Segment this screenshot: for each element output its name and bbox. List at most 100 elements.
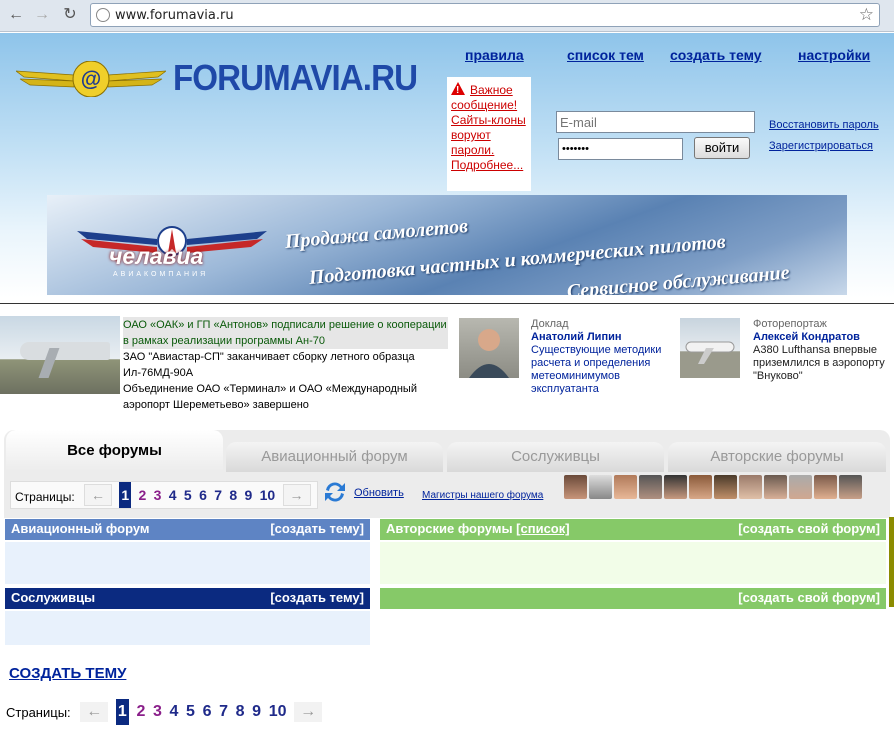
page-link[interactable]: 8 xyxy=(236,699,245,725)
scrollbar-accent xyxy=(889,517,894,607)
avatar[interactable] xyxy=(739,475,762,499)
news-list: ОАО «ОАК» и ГП «Антонов» подписали решен… xyxy=(123,317,448,413)
login-button[interactable]: войти xyxy=(694,137,750,159)
security-alert[interactable]: Важное сообщение! Сайты-клоны воруют пар… xyxy=(447,77,531,191)
page-link[interactable]: 7 xyxy=(214,482,222,508)
restore-password-link[interactable]: Восстановить пароль xyxy=(769,119,879,131)
avatar[interactable] xyxy=(589,475,612,499)
page-link[interactable]: 2 xyxy=(139,482,147,508)
password-field[interactable]: ••••••• xyxy=(558,138,683,160)
nav-settings-link[interactable]: настройки xyxy=(798,47,870,63)
address-bar[interactable]: www.forumavia.ru ☆ xyxy=(90,3,880,27)
aviation-forum-header: Авиационный форум [создать тему] xyxy=(5,519,370,540)
prev-page-button[interactable]: ← xyxy=(84,484,113,506)
create-own-forum-link-2[interactable]: [создать свой форум] xyxy=(738,590,880,605)
tab-aviation-forum[interactable]: Авиационный форум xyxy=(226,442,443,472)
page-link-current[interactable]: 1 xyxy=(115,699,129,725)
tab-author-forums[interactable]: Авторские форумы xyxy=(668,442,886,472)
author-forums-header: Авторские форумы [список] [создать свой … xyxy=(380,519,886,540)
colleagues-create-topic-link[interactable]: [создать тему] xyxy=(270,590,364,605)
news-item[interactable]: Объединение ОАО «Терминал» и ОАО «Междун… xyxy=(123,381,448,413)
avatar[interactable] xyxy=(614,475,637,499)
author-forums-header-2: [создать свой форум] xyxy=(380,588,886,609)
author-photo-lipin[interactable] xyxy=(459,318,519,378)
create-own-forum-link[interactable]: [создать свой форум] xyxy=(738,521,880,536)
refresh-link[interactable]: Обновить xyxy=(354,487,404,499)
svg-text:@: @ xyxy=(81,68,101,91)
colleagues-title[interactable]: Сослуживцы xyxy=(11,590,95,605)
colleagues-header: Сослуживцы [создать тему] xyxy=(5,588,370,609)
next-page-button[interactable]: → xyxy=(294,702,323,722)
email-field[interactable] xyxy=(556,111,755,133)
page-link[interactable]: 5 xyxy=(184,482,192,508)
avatar[interactable] xyxy=(664,475,687,499)
page-link[interactable]: 5 xyxy=(186,699,195,725)
aircraft-icon xyxy=(685,341,735,364)
prev-page-button[interactable]: ← xyxy=(80,702,109,722)
chelavia-brand-subtitle: АВИАКОМПАНИЯ xyxy=(113,271,209,278)
page-link[interactable]: 3 xyxy=(154,482,162,508)
nav-topics-link[interactable]: список тем xyxy=(567,47,644,63)
feature-photo-report[interactable]: Фоторепортаж Алексей Кондратов A380 Luft… xyxy=(753,318,888,383)
create-topic-link[interactable]: СОЗДАТЬ ТЕМУ xyxy=(9,665,126,682)
avatar[interactable] xyxy=(639,475,662,499)
page-link[interactable]: 8 xyxy=(229,482,237,508)
page-link[interactable]: 6 xyxy=(199,482,207,508)
feature-category: Доклад xyxy=(531,318,569,330)
page-link[interactable]: 10 xyxy=(269,699,287,725)
page-link[interactable]: 9 xyxy=(244,482,252,508)
refresh-icon[interactable] xyxy=(322,478,348,506)
star-icon[interactable]: ☆ xyxy=(859,5,874,25)
author-forums-list-link[interactable]: [список] xyxy=(516,521,569,536)
feature-author[interactable]: Анатолий Липин xyxy=(531,331,681,344)
aviation-create-topic-link[interactable]: [создать тему] xyxy=(270,521,364,536)
avatar[interactable] xyxy=(814,475,837,499)
page-link[interactable]: 3 xyxy=(153,699,162,725)
alert-body[interactable]: Сайты-клоны воруют пароли. xyxy=(451,113,526,157)
page-link[interactable]: 10 xyxy=(260,482,276,508)
tab-colleagues[interactable]: Сослуживцы xyxy=(447,442,664,472)
page-link[interactable]: 2 xyxy=(136,699,145,725)
page-link[interactable]: 4 xyxy=(170,699,179,725)
aviation-forum-title[interactable]: Авиационный форум xyxy=(11,521,150,536)
feature-title[interactable]: A380 Lufthansa впервые приземлился в аэр… xyxy=(753,344,888,383)
page-link[interactable]: 9 xyxy=(252,699,261,725)
page-link[interactable]: 6 xyxy=(203,699,212,725)
warning-icon xyxy=(451,82,465,98)
page-link[interactable]: 4 xyxy=(169,482,177,508)
avatar[interactable] xyxy=(714,475,737,499)
header-divider xyxy=(0,303,894,304)
browser-toolbar: ← → ↻ www.forumavia.ru ☆ xyxy=(0,0,894,32)
feature-author[interactable]: Алексей Кондратов xyxy=(753,331,888,344)
aircraft-shape xyxy=(20,342,110,360)
alert-more-link[interactable]: Подробнее... xyxy=(451,158,523,172)
page-link[interactable]: 7 xyxy=(219,699,228,725)
avatar[interactable] xyxy=(764,475,787,499)
photo-a380[interactable] xyxy=(680,318,740,378)
forward-arrow-icon[interactable]: → xyxy=(32,5,52,25)
avatar[interactable] xyxy=(839,475,862,499)
feature-report[interactable]: Доклад Анатолий Липин Существующие метод… xyxy=(531,318,681,396)
news-photo-an70[interactable] xyxy=(0,316,120,394)
avatar[interactable] xyxy=(689,475,712,499)
avatar[interactable] xyxy=(564,475,587,499)
reload-icon[interactable]: ↻ xyxy=(60,5,80,25)
site-logo-text[interactable]: FORUMAVIA.RU xyxy=(173,57,418,99)
next-page-button[interactable]: → xyxy=(282,484,311,506)
nav-create-topic-link[interactable]: создать тему xyxy=(670,47,762,63)
address-bar-url[interactable]: www.forumavia.ru xyxy=(115,8,234,23)
chelavia-banner[interactable]: челавиа АВИАКОМПАНИЯ Продажа самолетов П… xyxy=(47,195,847,295)
news-item[interactable]: ЗАО "Авиастар-СП" заканчивает сборку лет… xyxy=(123,349,448,381)
pagination-top: Страницы: ← 1 2 3 4 5 6 7 8 9 10 → xyxy=(10,481,318,509)
author-forums-title[interactable]: Авторские форумы xyxy=(386,521,513,536)
pagination-bottom: Страницы: ← 1 2 3 4 5 6 7 8 9 10 → xyxy=(6,699,324,727)
register-link[interactable]: Зарегистрироваться xyxy=(769,140,873,152)
tab-all-forums[interactable]: Все форумы xyxy=(6,430,223,472)
forum-masters-link[interactable]: Магистры нашего форума xyxy=(422,490,543,501)
nav-rules-link[interactable]: правила xyxy=(465,47,524,63)
feature-title[interactable]: Существующие методики расчета и определе… xyxy=(531,344,681,396)
back-arrow-icon[interactable]: ← xyxy=(6,5,26,25)
news-item[interactable]: ОАО «ОАК» и ГП «Антонов» подписали решен… xyxy=(123,317,448,349)
avatar[interactable] xyxy=(789,475,812,499)
page-link-current[interactable]: 1 xyxy=(119,482,132,508)
